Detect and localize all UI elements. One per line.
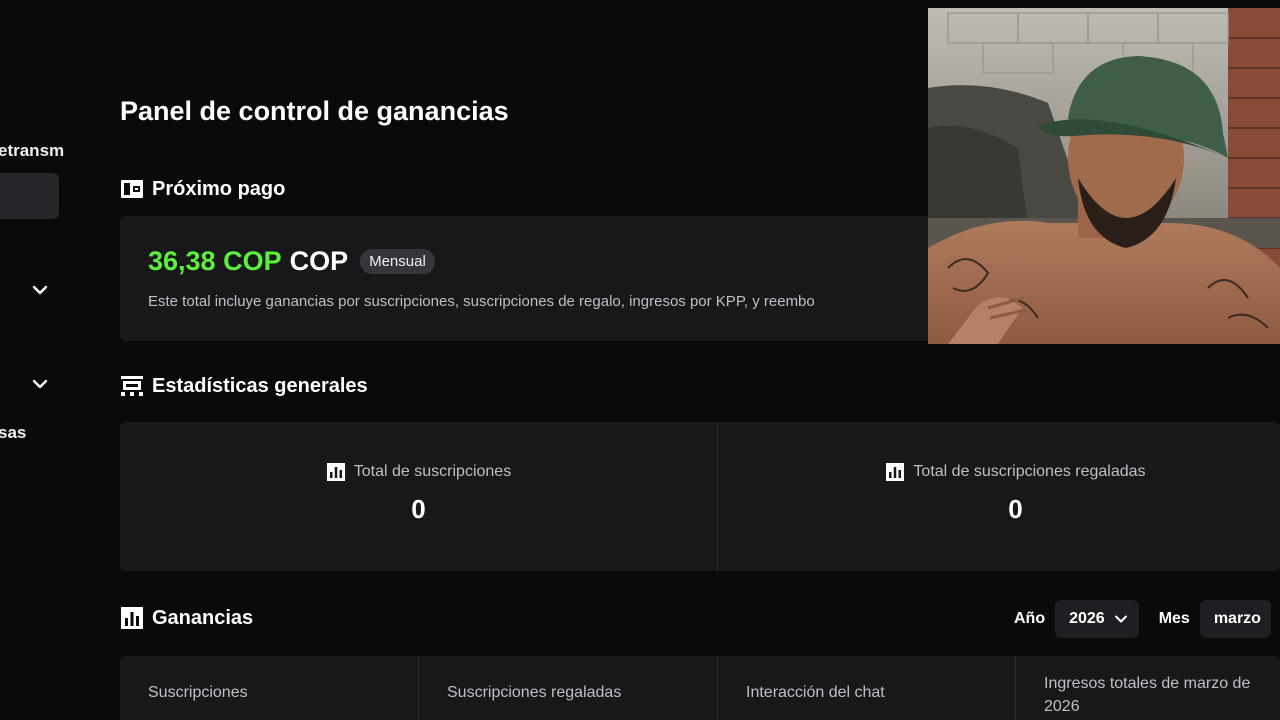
stat-value: 0 [411,494,426,524]
sidebar-item-livestream-label[interactable]: etransm [0,141,64,161]
app-root: etransm sas Panel de control de ganancia… [0,0,1280,720]
wallet-icon [121,180,143,198]
year-label: Año [1014,610,1046,627]
earnings-column: Ingresos totales de marzo de 2026 [1016,656,1280,720]
earnings-column: Suscripciones regaladas [419,656,717,720]
payment-amount-value: 36,38 COP [148,246,282,276]
page-title: Panel de control de ganancias [120,96,509,126]
stat-label: Total de suscripciones [353,463,512,480]
chevron-down-icon[interactable] [30,374,50,394]
next-payment-heading: Próximo pago [120,177,285,201]
earnings-heading-text: Ganancias [152,606,254,629]
payment-currency: COP [289,246,349,276]
stat-label: Total de suscripciones regaladas [913,463,1146,480]
general-stats-heading: Estadísticas generales [120,374,368,398]
month-label: Mes [1158,610,1190,627]
general-stats-card: Total de suscripciones 0 Total de suscri… [120,422,1280,571]
chevron-down-icon[interactable] [30,280,50,300]
next-payment-heading-text: Próximo pago [152,177,286,200]
sidebar-item-label[interactable]: sas [0,423,26,443]
stat-total-gifted-subscriptions: Total de suscripciones regaladas 0 [718,422,1280,571]
earnings-card: Suscripciones Suscripciones regaladas In… [120,656,1280,720]
earnings-column-label: Ingresos totales de marzo de 2026 [1044,675,1251,715]
stat-value: 0 [1008,494,1023,524]
earnings-filters: Año 2026 Mes marzo [1014,600,1271,638]
webcam-overlay [928,8,1280,344]
earnings-column-label: Suscripciones [148,684,248,701]
bar-chart-icon [886,463,905,481]
payment-amount: 36,38 COP COP Mensual [148,246,435,277]
month-select[interactable]: marzo [1199,600,1271,638]
sidebar-item-active[interactable] [0,173,59,219]
webcam-feed-image [928,8,1280,344]
presentation-icon [121,376,143,396]
bar-chart-icon [121,607,143,629]
year-select[interactable]: 2026 [1055,600,1139,638]
general-stats-heading-text: Estadísticas generales [152,374,368,397]
payment-note: Este total incluye ganancias por suscrip… [148,293,815,310]
chevron-down-icon [1114,615,1127,623]
earnings-column: Suscripciones [120,656,418,720]
period-badge: Mensual [360,249,435,274]
earnings-column: Interacción del chat [718,656,1015,720]
sidebar: etransm sas [0,0,90,720]
stat-total-subscriptions: Total de suscripciones 0 [120,422,717,571]
month-select-value: marzo [1213,610,1261,627]
year-select-value: 2026 [1069,610,1105,627]
earnings-heading: Ganancias [120,606,253,630]
bar-chart-icon [326,463,345,481]
earnings-column-label: Suscripciones regaladas [447,684,622,701]
earnings-column-label: Interacción del chat [746,684,885,701]
